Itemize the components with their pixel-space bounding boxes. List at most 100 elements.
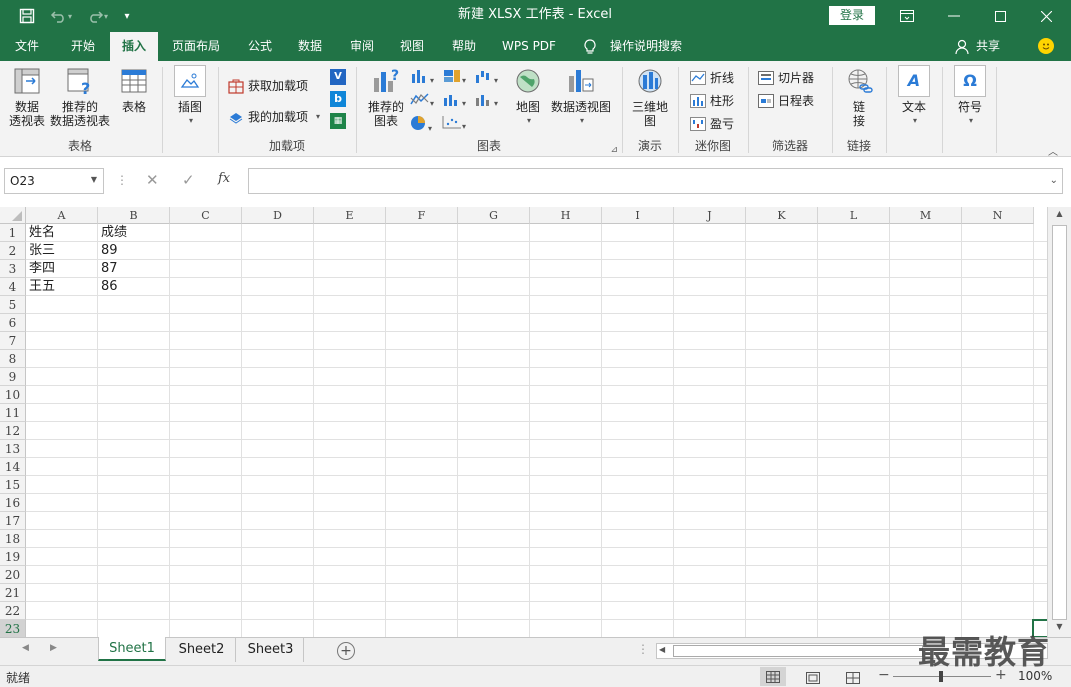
row-header-23[interactable]: 23 <box>0 620 26 637</box>
hierarchy-chart-icon[interactable]: ▾ <box>442 69 474 85</box>
row-header-4[interactable]: 4 <box>0 278 26 296</box>
undo-icon[interactable]: ▾ <box>46 4 76 28</box>
sparkline-column-button[interactable]: 柱形 <box>690 92 734 109</box>
maximize-icon[interactable] <box>977 0 1023 32</box>
tab-file[interactable]: 文件 <box>0 32 54 61</box>
vertical-scrollbar[interactable]: ▲ ▼ <box>1047 207 1071 637</box>
recommended-pivot-button[interactable]: ? 推荐的 数据透视表 <box>48 65 112 128</box>
formula-input[interactable]: ⌄ <box>248 168 1063 194</box>
tab-data[interactable]: 数据 <box>286 32 334 61</box>
pivot-table-button[interactable]: 数据 透视表 <box>6 65 48 128</box>
name-box-dropdown-icon[interactable]: ▼ <box>91 175 97 184</box>
close-icon[interactable] <box>1023 0 1069 32</box>
worksheet-grid[interactable]: ABCDEFGHIJKLMN 1 2 3 4 5 6 7 8 9 10 11 12 13 14 15 16 17… <box>0 207 1047 637</box>
pie-chart-icon[interactable]: ▾ <box>410 115 442 133</box>
share-button[interactable]: 共享 <box>972 32 1004 61</box>
row-header-20[interactable]: 20 <box>0 566 26 584</box>
scroll-down-icon[interactable]: ▼ <box>1051 622 1068 636</box>
row-header-18[interactable]: 18 <box>0 530 26 548</box>
collapse-ribbon-icon[interactable]: ︿ <box>1048 143 1058 158</box>
add-sheet-icon[interactable]: + <box>337 642 355 660</box>
pivot-chart-button[interactable]: 数据透视图 ▾ <box>548 65 614 128</box>
tab-formulas[interactable]: 公式 <box>236 32 284 61</box>
row-header-12[interactable]: 12 <box>0 422 26 440</box>
column-header-i[interactable]: I <box>602 207 674 224</box>
cell-b4[interactable]: 86 <box>98 278 170 296</box>
cell-a4[interactable]: 王五 <box>26 278 98 296</box>
tab-insert[interactable]: 插入 <box>110 32 158 61</box>
scatter-chart-icon[interactable]: ▾ <box>442 115 474 131</box>
maps-button[interactable]: 地图 ▾ <box>508 65 548 128</box>
cell-b3[interactable]: 87 <box>98 260 170 278</box>
minimize-icon[interactable] <box>931 0 977 32</box>
sparkline-winloss-button[interactable]: 盈亏 <box>690 115 734 132</box>
scroll-left-icon[interactable]: ◀ <box>659 645 665 654</box>
slicer-button[interactable]: 切片器 <box>758 69 814 86</box>
tab-help[interactable]: 帮助 <box>440 32 488 61</box>
vertical-scroll-thumb[interactable] <box>1052 225 1067 620</box>
table-button[interactable]: 表格 <box>114 65 154 114</box>
insert-function-icon[interactable]: fx <box>218 171 230 186</box>
row-header-7[interactable]: 7 <box>0 332 26 350</box>
sheet-tab-3[interactable]: Sheet3 <box>238 638 304 662</box>
tell-me-search[interactable]: 操作说明搜索 <box>606 32 686 61</box>
get-addins-button[interactable]: 获取加载项 <box>228 77 308 94</box>
horizontal-scroll-thumb[interactable] <box>673 645 923 657</box>
symbol-button[interactable]: Ω 符号 ▾ <box>952 65 988 128</box>
row-header-19[interactable]: 19 <box>0 548 26 566</box>
tab-split-grip-icon[interactable]: ⋮ <box>637 642 649 656</box>
column-header-l[interactable]: L <box>818 207 890 224</box>
next-sheet-icon[interactable]: ▶ <box>50 643 57 653</box>
row-header-6[interactable]: 6 <box>0 314 26 332</box>
row-header-17[interactable]: 17 <box>0 512 26 530</box>
expand-formula-icon[interactable]: ⌄ <box>1050 175 1058 186</box>
column-header-e[interactable]: E <box>314 207 386 224</box>
smiley-feedback-icon[interactable] <box>1038 38 1054 54</box>
my-addins-button[interactable]: 我的加载项 ▾ <box>228 108 320 125</box>
row-header-15[interactable]: 15 <box>0 476 26 494</box>
link-button[interactable]: 链 接 <box>839 65 879 128</box>
column-header-d[interactable]: D <box>242 207 314 224</box>
row-header-2[interactable]: 2 <box>0 242 26 260</box>
people-graph-icon[interactable]: ▦ <box>330 113 346 129</box>
row-header-13[interactable]: 13 <box>0 440 26 458</box>
timeline-button[interactable]: 日程表 <box>758 92 814 109</box>
visio-icon[interactable]: V <box>330 69 346 85</box>
recommended-charts-button[interactable]: ? 推荐的 图表 <box>364 65 408 128</box>
row-header-22[interactable]: 22 <box>0 602 26 620</box>
combo-chart-icon[interactable]: ▾ <box>474 92 506 108</box>
tab-page-layout[interactable]: 页面布局 <box>164 32 228 61</box>
column-header-m[interactable]: M <box>890 207 962 224</box>
line-chart-icon[interactable]: ▾ <box>410 92 442 108</box>
row-header-9[interactable]: 9 <box>0 368 26 386</box>
cell-a2[interactable]: 张三 <box>26 242 98 260</box>
column-header-a[interactable]: A <box>26 207 98 224</box>
select-all-corner[interactable] <box>0 207 26 224</box>
illustrations-button[interactable]: 插图 ▾ <box>172 65 208 128</box>
page-break-view-icon[interactable] <box>840 668 866 687</box>
waterfall-chart-icon[interactable]: ▾ <box>442 92 474 108</box>
column-header-h[interactable]: H <box>530 207 602 224</box>
tab-wps-pdf[interactable]: WPS PDF <box>494 32 564 61</box>
column-header-k[interactable]: K <box>746 207 818 224</box>
tab-home[interactable]: 开始 <box>56 32 110 61</box>
column-header-b[interactable]: B <box>98 207 170 224</box>
customize-qat-icon[interactable]: ▾ <box>118 4 136 28</box>
sheet-tab-1[interactable]: Sheet1 <box>98 637 166 661</box>
row-header-21[interactable]: 21 <box>0 584 26 602</box>
3d-map-button[interactable]: 三维地 图 <box>628 65 672 128</box>
row-header-14[interactable]: 14 <box>0 458 26 476</box>
charts-dialog-launcher-icon[interactable]: ⊿ <box>610 145 618 155</box>
page-layout-view-icon[interactable] <box>800 668 826 687</box>
tab-review[interactable]: 审阅 <box>338 32 386 61</box>
scroll-up-icon[interactable]: ▲ <box>1051 209 1068 223</box>
text-button[interactable]: A 文本 ▾ <box>896 65 932 128</box>
normal-view-icon[interactable] <box>760 667 786 686</box>
cell-a1[interactable]: 姓名 <box>26 224 98 242</box>
column-header-f[interactable]: F <box>386 207 458 224</box>
column-chart-icon[interactable]: ▾ <box>410 69 442 85</box>
row-header-1[interactable]: 1 <box>0 224 26 242</box>
row-header-16[interactable]: 16 <box>0 494 26 512</box>
column-header-g[interactable]: G <box>458 207 530 224</box>
bing-maps-icon[interactable]: b <box>330 91 346 107</box>
